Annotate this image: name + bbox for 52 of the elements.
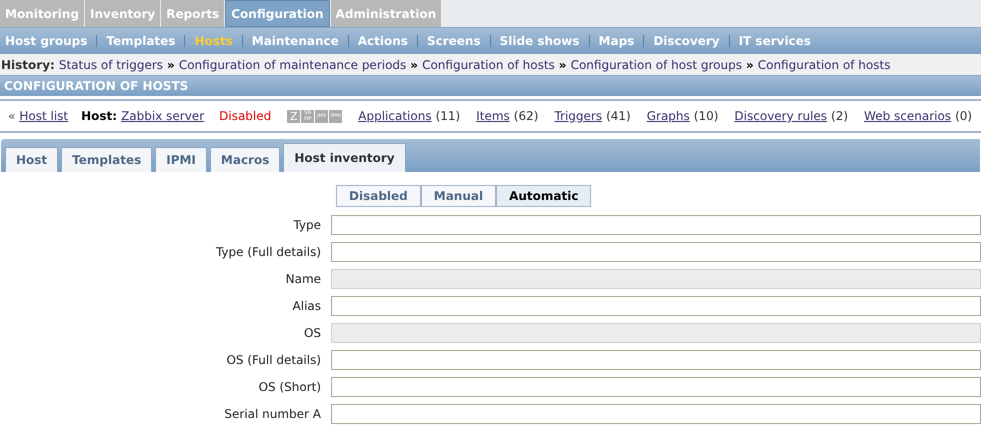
back-mark: « [8, 108, 16, 125]
field-label: Type [292, 216, 322, 234]
field-label: OS [302, 324, 322, 342]
history-label: History: [1, 56, 55, 74]
text-field[interactable] [331, 296, 981, 316]
mode-toggle[interactable]: Disabled [336, 185, 421, 207]
separator-mark: » [558, 56, 567, 74]
text-field[interactable] [331, 404, 981, 424]
history-link[interactable]: Status of triggers [58, 56, 164, 74]
form-tab[interactable]: Templates [61, 147, 152, 172]
related-link[interactable]: Discovery rules [734, 109, 828, 123]
count-text: (0) [955, 109, 972, 123]
form-tab[interactable]: Macros [210, 147, 280, 172]
count-text: (41) [606, 109, 631, 123]
count-text: (10) [694, 109, 718, 123]
count-text: (62) [514, 109, 538, 123]
host-label: Host: [81, 108, 118, 125]
history-link[interactable]: Configuration of maintenance periods [178, 56, 406, 74]
text-field[interactable] [331, 242, 981, 262]
field-label: OS (Full details) [225, 352, 322, 368]
availability-badge: Z [287, 110, 300, 122]
field-label: Type (Full details) [214, 244, 322, 260]
field-label: Serial number A [223, 406, 322, 422]
form-tab[interactable]: Host [5, 147, 58, 172]
related-link[interactable]: Graphs [646, 109, 690, 123]
field-label: Name [284, 270, 322, 288]
form-tab[interactable]: IPMI [155, 147, 207, 172]
host-name-link[interactable]: Zabbix server [121, 107, 204, 125]
status-text: Disabled [219, 108, 272, 125]
related-link[interactable]: Items [476, 109, 510, 123]
mode-toggle[interactable]: Manual [420, 185, 496, 207]
text-field[interactable] [331, 376, 981, 396]
host-list-link[interactable]: Host list [19, 107, 68, 125]
separator-mark: » [410, 56, 418, 74]
field-label: OS (Short) [258, 378, 322, 396]
field-label: Alias [292, 298, 322, 314]
related-link[interactable]: Applications [358, 109, 432, 123]
separator-mark: » [746, 56, 754, 74]
count-text: (2) [831, 109, 848, 123]
menu-tab[interactable]: Configuration [225, 0, 330, 27]
related-link[interactable]: Web scenarios [864, 109, 952, 123]
history-link[interactable]: Configuration of hosts [422, 56, 555, 74]
page-title: CONFIGURATION OF HOSTS [4, 78, 188, 95]
form-tab[interactable]: Host inventory [283, 143, 406, 172]
separator-mark: » [167, 56, 175, 74]
text-field[interactable] [331, 214, 981, 234]
text-field[interactable] [331, 350, 981, 370]
mode-toggle[interactable]: Automatic [496, 185, 592, 207]
history-link[interactable]: Configuration of hosts [758, 56, 890, 74]
related-link[interactable]: Triggers [554, 109, 602, 123]
history-link[interactable]: Configuration of host groups [570, 56, 742, 74]
count-text: (11) [436, 109, 460, 123]
